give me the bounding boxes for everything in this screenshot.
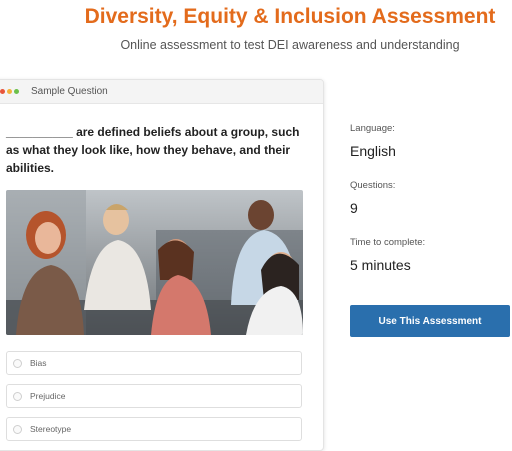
- question-text: __________ are defined beliefs about a g…: [6, 125, 300, 175]
- questions-label: Questions:: [350, 180, 396, 191]
- radio-icon[interactable]: [13, 358, 22, 368]
- language-label: Language:: [350, 123, 395, 134]
- answer-option-prejudice[interactable]: Prejudice: [6, 384, 302, 408]
- option-label: Bias: [30, 358, 47, 368]
- questions-value: 9: [350, 200, 358, 216]
- answer-option-bias[interactable]: Bias: [6, 351, 302, 375]
- sample-question-card: Sample Question __________ are defined b…: [0, 79, 324, 451]
- radio-icon[interactable]: [13, 391, 22, 401]
- window-dots: [0, 89, 21, 94]
- green-dot-icon: [14, 89, 19, 94]
- page-title: Diversity, Equity & Inclusion Assessment: [84, 5, 496, 28]
- red-dot-icon: [0, 89, 5, 94]
- time-label: Time to complete:: [350, 237, 426, 248]
- option-label: Prejudice: [30, 391, 66, 401]
- group-of-people-image: [6, 190, 303, 335]
- yellow-dot-icon: [7, 89, 12, 94]
- language-value: English: [350, 143, 396, 159]
- time-value: 5 minutes: [350, 257, 411, 273]
- card-header: Sample Question: [0, 80, 323, 104]
- page-subtitle: Online assessment to test DEI awareness …: [120, 38, 460, 52]
- answer-option-stereotype[interactable]: Stereotype: [6, 417, 302, 441]
- option-label: Stereotype: [30, 424, 72, 434]
- radio-icon[interactable]: [13, 424, 22, 434]
- sample-question-label: Sample Question: [31, 86, 108, 97]
- use-assessment-button[interactable]: Use This Assessment: [350, 305, 510, 337]
- question-photo: [6, 190, 303, 335]
